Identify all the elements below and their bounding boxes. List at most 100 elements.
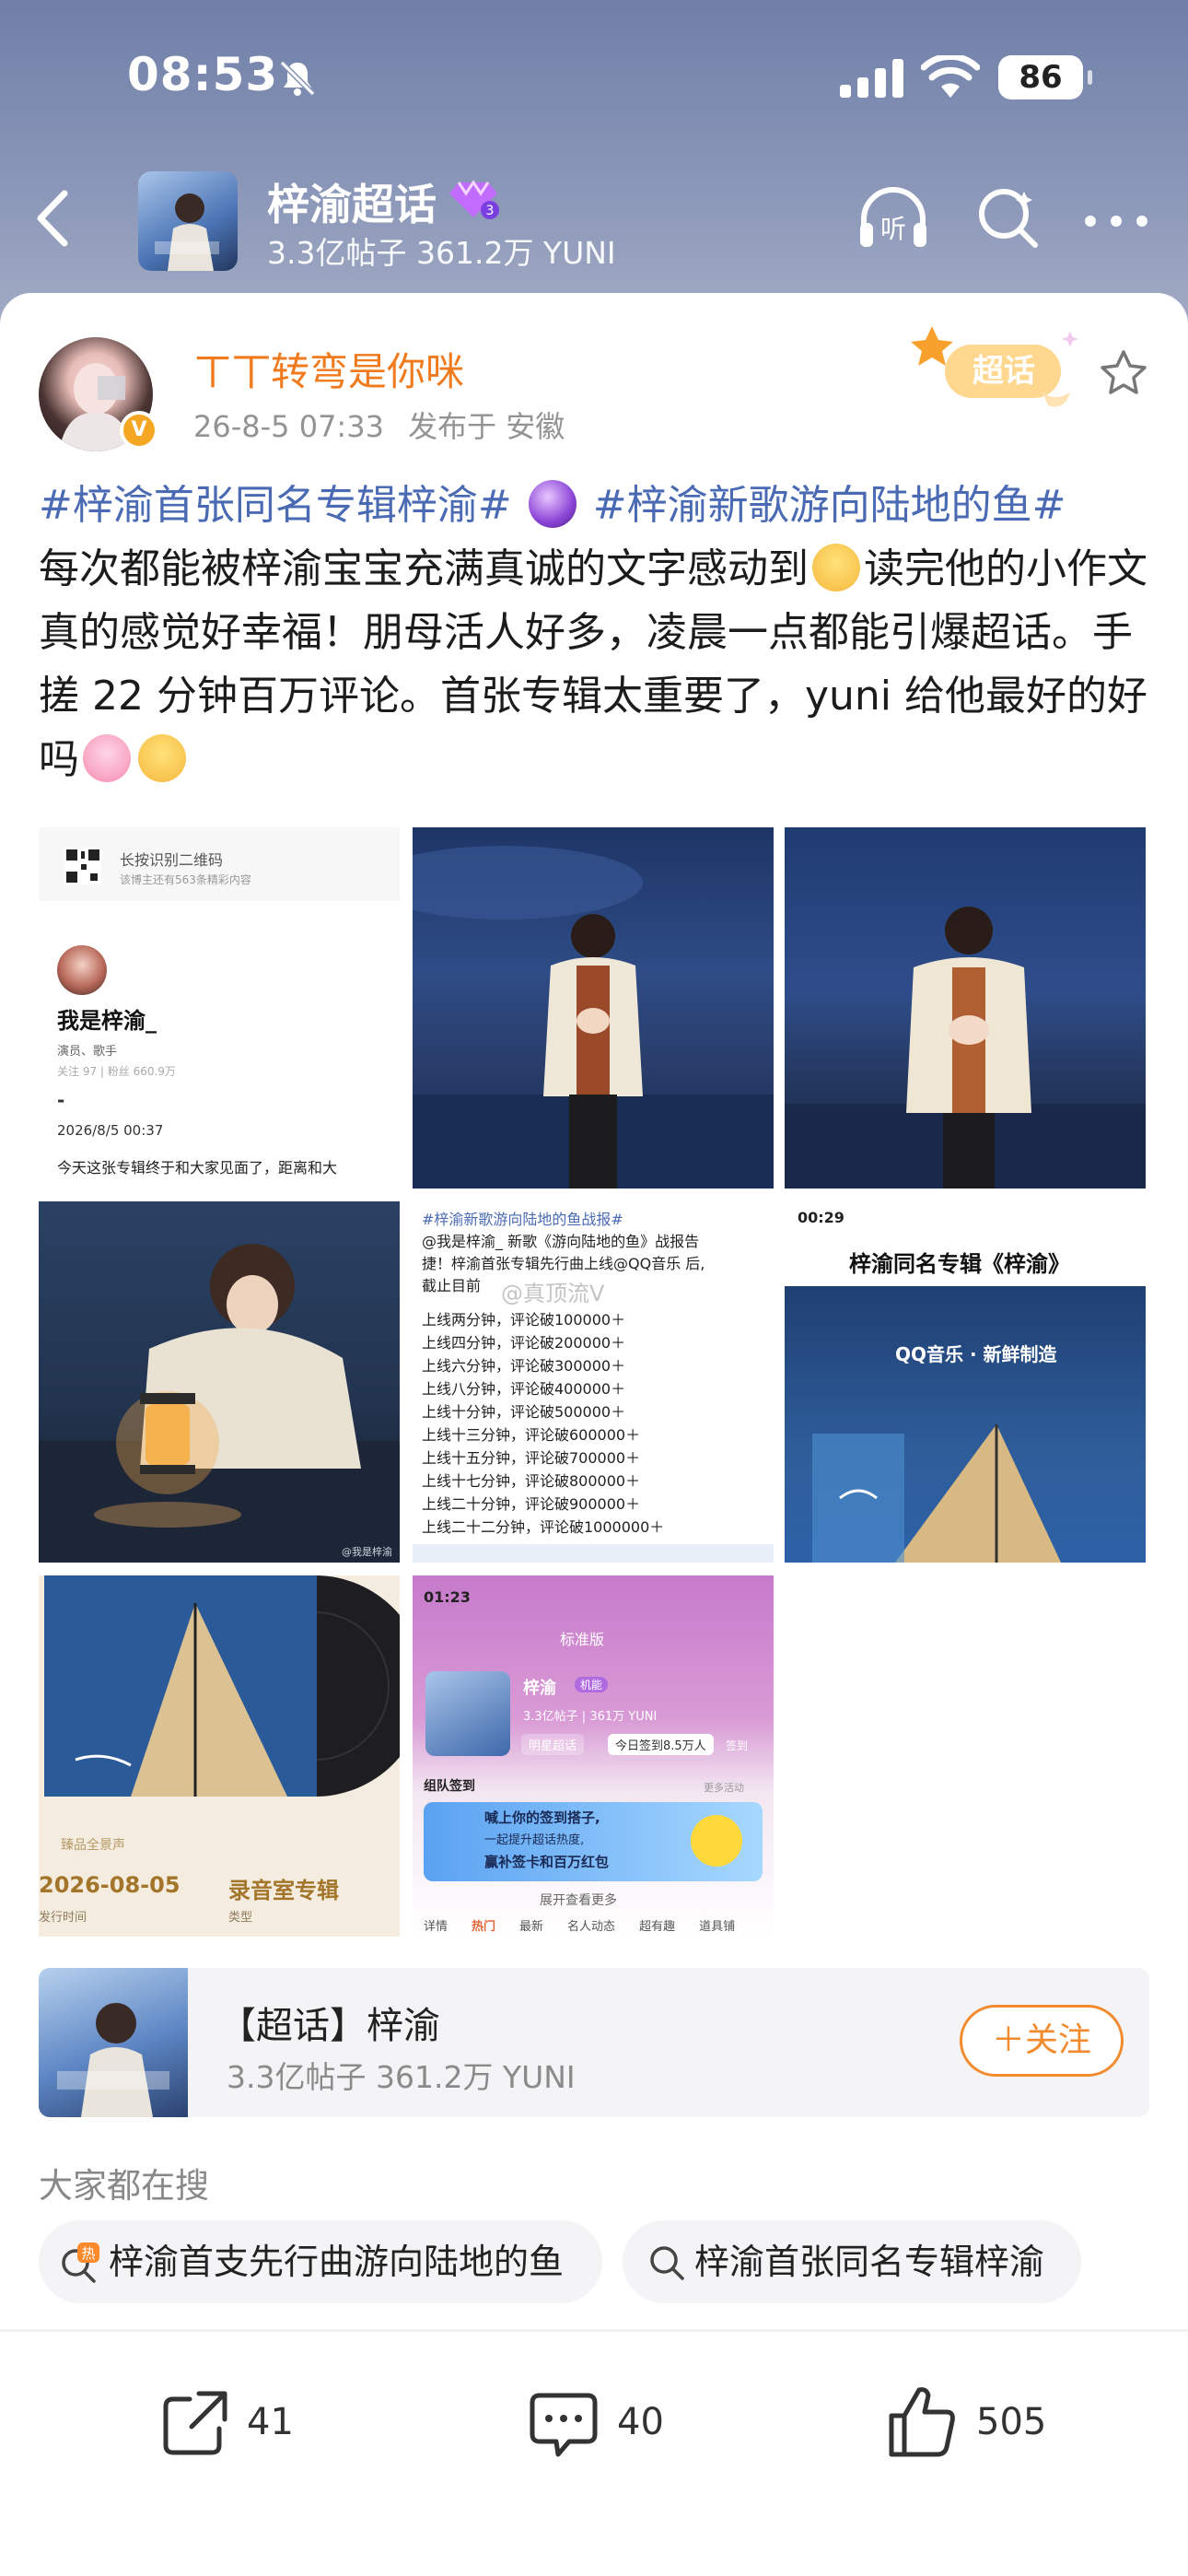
qr-sub: 该博主还有563条精彩内容	[120, 873, 251, 886]
img8-tab-item: 道具铺	[699, 1920, 736, 1934]
share-action[interactable]: 41	[158, 2377, 343, 2460]
report-lines: 上线两分钟，评论破100000＋ 上线四分钟，评论破200000＋ 上线六分钟，评论…	[422, 1308, 772, 1539]
banner-line-2: 一起提升超话热度,	[484, 1833, 585, 1847]
img8-tab: 标准版	[560, 1631, 605, 1648]
qr-label: 长按识别二维码	[120, 851, 224, 869]
comment-action[interactable]: 40	[527, 2377, 711, 2460]
search-chip-1[interactable]: 热 梓渝首支先行曲游向陆地的鱼	[39, 2220, 602, 2303]
crying-face-emoji-icon	[812, 544, 860, 591]
post-image-6[interactable]: 00:29 梓渝同名专辑《梓渝》 QQ音乐 · 新鲜制造	[785, 1201, 1146, 1563]
img8-badge: 机能	[575, 1677, 609, 1692]
profile-name: 我是梓渝_	[57, 1008, 157, 1034]
supertopic-card-title: 【超话】梓渝	[219, 2005, 440, 2047]
report-line: 上线十三分钟，评论破600000＋	[422, 1426, 641, 1444]
comment-icon	[530, 2393, 598, 2457]
img8-tab-item: 详情	[424, 1920, 448, 1934]
post-image-8[interactable]: 01:23 标准版 梓渝 机能 3.3亿帖子 | 361万 YUNI 明星超话 …	[413, 1575, 774, 1937]
divider	[0, 2329, 1188, 2332]
report-intro-1: @我是梓渝_ 新歌《游向陆地的鱼》战报告	[422, 1233, 700, 1250]
report-intro-2: 捷！梓渝首张专辑先行曲上线@QQ音乐 后,	[422, 1255, 705, 1272]
heart-eyes-emoji-icon	[83, 734, 131, 782]
img8-time: 01:23	[424, 1588, 471, 1606]
back-arrow-icon[interactable]	[29, 188, 76, 249]
supertopic-avatar[interactable]	[138, 171, 238, 271]
share-icon	[163, 2391, 227, 2455]
report-line: 上线十七分钟，评论破800000＋	[422, 1472, 641, 1490]
report-line: 上线六分钟，评论破300000＋	[422, 1357, 626, 1375]
top-bar: 梓渝超话 3 3.3亿帖子 361.2万 YUNI 听	[0, 166, 1188, 276]
share-count: 41	[247, 2401, 294, 2443]
post-image-2[interactable]	[413, 827, 774, 1188]
svg-text:听: 听	[880, 214, 906, 244]
img6-title: 梓渝同名专辑《梓渝》	[849, 1251, 1070, 1277]
search-chip-2[interactable]: 梓渝首张同名专辑梓渝	[623, 2220, 1081, 2303]
post-image-5[interactable]: #梓渝新歌游向陆地的鱼战报# @我是梓渝_ 新歌《游向陆地的鱼》战报告 捷！梓渝…	[413, 1201, 774, 1563]
verified-badge-icon: V	[120, 411, 158, 450]
profile-dash: -	[57, 1089, 65, 1111]
banner-star-icon	[691, 1815, 742, 1867]
supertopic-badge-label: 超话	[973, 353, 1035, 390]
report-watermark: @真顶流V	[501, 1281, 605, 1306]
cellular-signal-icon	[840, 59, 903, 98]
profile-avatar	[57, 945, 107, 995]
post-image-1[interactable]: 长按识别二维码 该博主还有563条精彩内容 我是梓渝_ 演员、歌手 关注 97 …	[39, 827, 400, 1188]
trending-search-heading: 大家都在搜	[39, 2166, 209, 2206]
comment-count: 40	[617, 2401, 664, 2443]
report-line: 上线两分钟，评论破100000＋	[422, 1311, 626, 1329]
img8-tab-item: 最新	[519, 1920, 544, 1934]
crystal-ball-emoji-icon	[528, 480, 577, 528]
album-kind-label: 类型	[228, 1911, 253, 1925]
author-name[interactable]: ㄒ丅转弯是你咪	[193, 341, 464, 397]
post-body: #梓渝首张同名专辑梓渝# #梓渝新歌游向陆地的鱼# 每次都能被梓渝宝宝充满真诚的…	[39, 474, 1153, 791]
sobbing-face-emoji-icon	[138, 734, 186, 782]
favorite-star-icon[interactable]	[1098, 348, 1149, 400]
post-meta: 26-8-5 07:33 发布于 安徽	[193, 404, 565, 446]
report-line: 上线四分钟，评论破200000＋	[422, 1334, 626, 1352]
hashtag-album[interactable]: #梓渝首张同名专辑梓渝#	[39, 482, 512, 529]
hashtag-song[interactable]: #梓渝新歌游向陆地的鱼#	[593, 482, 1066, 529]
img8-expand: 展开查看更多	[540, 1893, 617, 1908]
search-chip-2-label: 梓渝首张同名专辑梓渝	[694, 2242, 1045, 2282]
img8-sign: 签到	[726, 1739, 749, 1752]
profile-role: 演员、歌手	[57, 1045, 118, 1059]
img8-more: 更多活动	[704, 1782, 744, 1794]
img6-time: 00:29	[798, 1209, 844, 1226]
supertopic-stats: 3.3亿帖子 361.2万 YUNI	[267, 235, 616, 271]
img8-stats: 3.3亿帖子 | 361万 YUNI	[523, 1710, 658, 1724]
supertopic-card-stats: 3.3亿帖子 361.2万 YUNI	[227, 2059, 576, 2095]
report-line: 上线十分钟，评论破500000＋	[422, 1403, 626, 1421]
banner-line-1: 喊上你的签到搭子,	[484, 1809, 600, 1826]
post-card: V ㄒ丅转弯是你咪 26-8-5 07:33 发布于 安徽 超话 #梓渝首张同名…	[0, 293, 1188, 2576]
silent-bell-icon	[279, 60, 316, 97]
svg-text:热: 热	[81, 2245, 95, 2262]
report-line: 上线二十二分钟，评论破1000000＋	[422, 1518, 665, 1536]
img8-tab-item: 热门	[472, 1920, 496, 1934]
post-date: 26-8-5 07:33	[193, 409, 384, 444]
battery-indicator: 86	[998, 55, 1092, 100]
report-line: 上线二十分钟，评论破900000＋	[422, 1495, 641, 1513]
post-image-4[interactable]: @我是梓渝	[39, 1201, 400, 1563]
wifi-icon	[921, 55, 980, 98]
img8-tab-item: 名人动态	[567, 1920, 616, 1934]
profile-date: 2026/8/5 00:37	[57, 1122, 164, 1139]
supertopic-card[interactable]: 【超话】梓渝 3.3亿帖子 361.2万 YUNI ＋关注	[39, 1968, 1149, 2117]
report-intro-3: 截止目前	[422, 1277, 482, 1294]
img8-name: 梓渝	[523, 1679, 556, 1698]
supertopic-badge[interactable]: 超话	[904, 319, 1089, 420]
album-date: 2026-08-05	[39, 1872, 181, 1898]
search-icon	[650, 2246, 684, 2280]
follow-button[interactable]: ＋关注	[960, 2005, 1124, 2077]
img8-tab-item: 超有趣	[639, 1920, 676, 1934]
hot-search-icon: 热	[62, 2242, 99, 2283]
img8-avatar	[425, 1671, 510, 1756]
listen-headphones-icon[interactable]: 听	[856, 186, 930, 251]
more-options-icon[interactable]	[1083, 214, 1149, 228]
report-line: 上线八分钟，评论破400000＋	[422, 1380, 626, 1398]
like-action[interactable]: 505	[884, 2377, 1105, 2460]
post-image-3[interactable]	[785, 827, 1146, 1188]
album-date-label: 发行时间	[39, 1911, 87, 1925]
search-icon[interactable]	[976, 186, 1041, 251]
img8-group: 组队签到	[424, 1779, 475, 1794]
post-image-7[interactable]: 臻品全景声 2026-08-05 发行时间 录音室专辑 类型	[39, 1575, 400, 1937]
status-bar: 08:53 86	[0, 0, 1188, 157]
